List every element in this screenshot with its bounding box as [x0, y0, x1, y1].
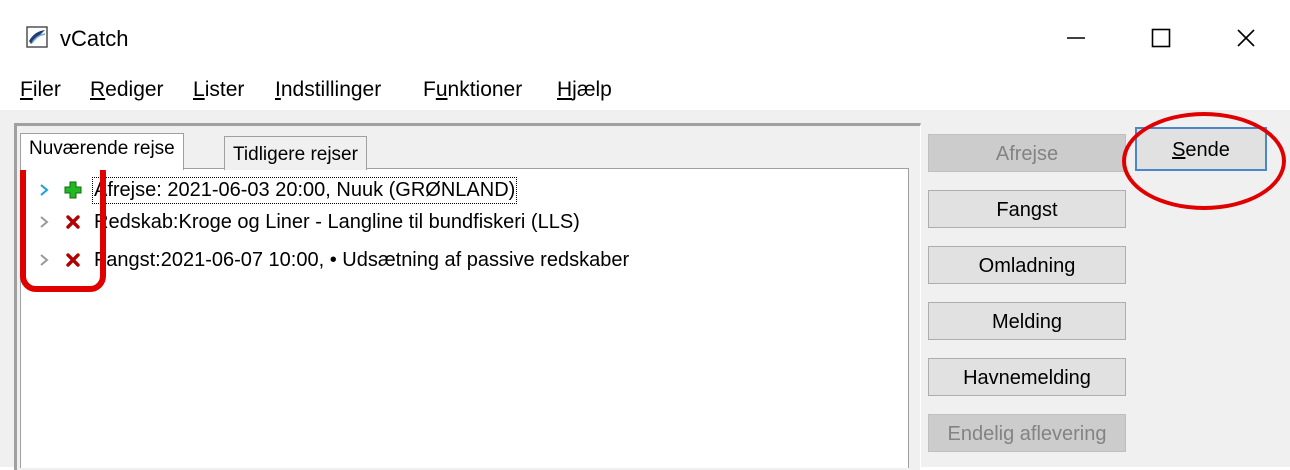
chevron-right-icon[interactable] [36, 214, 52, 230]
menu-funktioner-label: nktioner [447, 78, 523, 101]
menu-rediger[interactable]: Rediger [90, 78, 164, 102]
menu-filer-mnemonic: F [20, 78, 33, 101]
sende-button[interactable]: Sende [1135, 127, 1267, 171]
menu-lister[interactable]: Lister [193, 78, 244, 102]
app-window: vCatch Filer Rediger Lister Indstillinge… [0, 0, 1290, 470]
menu-funktioner[interactable]: Funktioner [423, 78, 522, 102]
menu-hjaelp-mnemonic: H [557, 78, 573, 101]
menu-funktioner-prefix: F [423, 78, 436, 101]
sende-mnemonic: S [1172, 139, 1186, 161]
havnemelding-button[interactable]: Havnemelding [928, 358, 1126, 396]
tree-item-afrejse[interactable]: Afrejse: 2021-06-03 20:00, Nuuk (GRØNLAN… [36, 175, 518, 205]
plus-icon [64, 181, 82, 199]
tree-item-label: Redskab:Kroge og Liner - Langline til bu… [94, 210, 580, 233]
sende-label: ende [1185, 139, 1230, 161]
menu-indstillinger-label: ndstillinger [280, 78, 382, 101]
app-logo-icon [26, 26, 48, 48]
afrejse-button[interactable]: Afrejse [928, 134, 1126, 172]
tab-previous-trips[interactable]: Tidligere rejser [224, 136, 367, 170]
menu-rediger-mnemonic: R [90, 78, 106, 101]
minimize-button[interactable] [1046, 18, 1106, 58]
tree-item-label: Afrejse: 2021-06-03 20:00, Nuuk (GRØNLAN… [91, 176, 518, 204]
cross-icon [66, 253, 80, 267]
cross-icon [66, 215, 80, 229]
tree-item-redskab[interactable]: Redskab:Kroge og Liner - Langline til bu… [36, 207, 580, 237]
maximize-button[interactable] [1131, 18, 1191, 58]
menu-funktioner-mnemonic: u [435, 78, 448, 101]
menu-hjaelp-label: jælp [572, 78, 612, 101]
close-button[interactable] [1216, 18, 1276, 58]
menu-lister-mnemonic: L [193, 78, 205, 101]
menu-hjaelp[interactable]: Hjælp [557, 78, 612, 102]
menu-indstillinger[interactable]: Indstillinger [275, 78, 381, 102]
tree-item-fangst[interactable]: Fangst:2021-06-07 10:00, • Udsætning af … [36, 245, 629, 275]
window-title: vCatch [60, 26, 129, 51]
chevron-right-icon[interactable] [36, 182, 52, 198]
menu-rediger-label: ediger [105, 78, 164, 101]
menu-filer-label: iler [32, 78, 61, 101]
tree-item-label: Fangst:2021-06-07 10:00, • Udsætning af … [94, 248, 630, 271]
fangst-button[interactable]: Fangst [928, 190, 1126, 228]
menu-bar: Filer Rediger Lister Indstillinger Funkt… [0, 70, 1290, 110]
endelig-aflevering-button[interactable]: Endelig aflevering [928, 414, 1126, 452]
tab-current-trip[interactable]: Nuværende rejse [20, 133, 184, 170]
omladning-button[interactable]: Omladning [928, 246, 1126, 284]
chevron-right-icon[interactable] [36, 252, 52, 268]
maximize-icon [1151, 28, 1171, 48]
close-icon [1237, 29, 1255, 47]
melding-button[interactable]: Melding [928, 302, 1126, 340]
title-bar[interactable]: vCatch [0, 0, 1290, 70]
menu-filer[interactable]: Filer [20, 78, 61, 102]
menu-lister-label: ister [204, 78, 245, 101]
minimize-icon [1067, 37, 1085, 39]
